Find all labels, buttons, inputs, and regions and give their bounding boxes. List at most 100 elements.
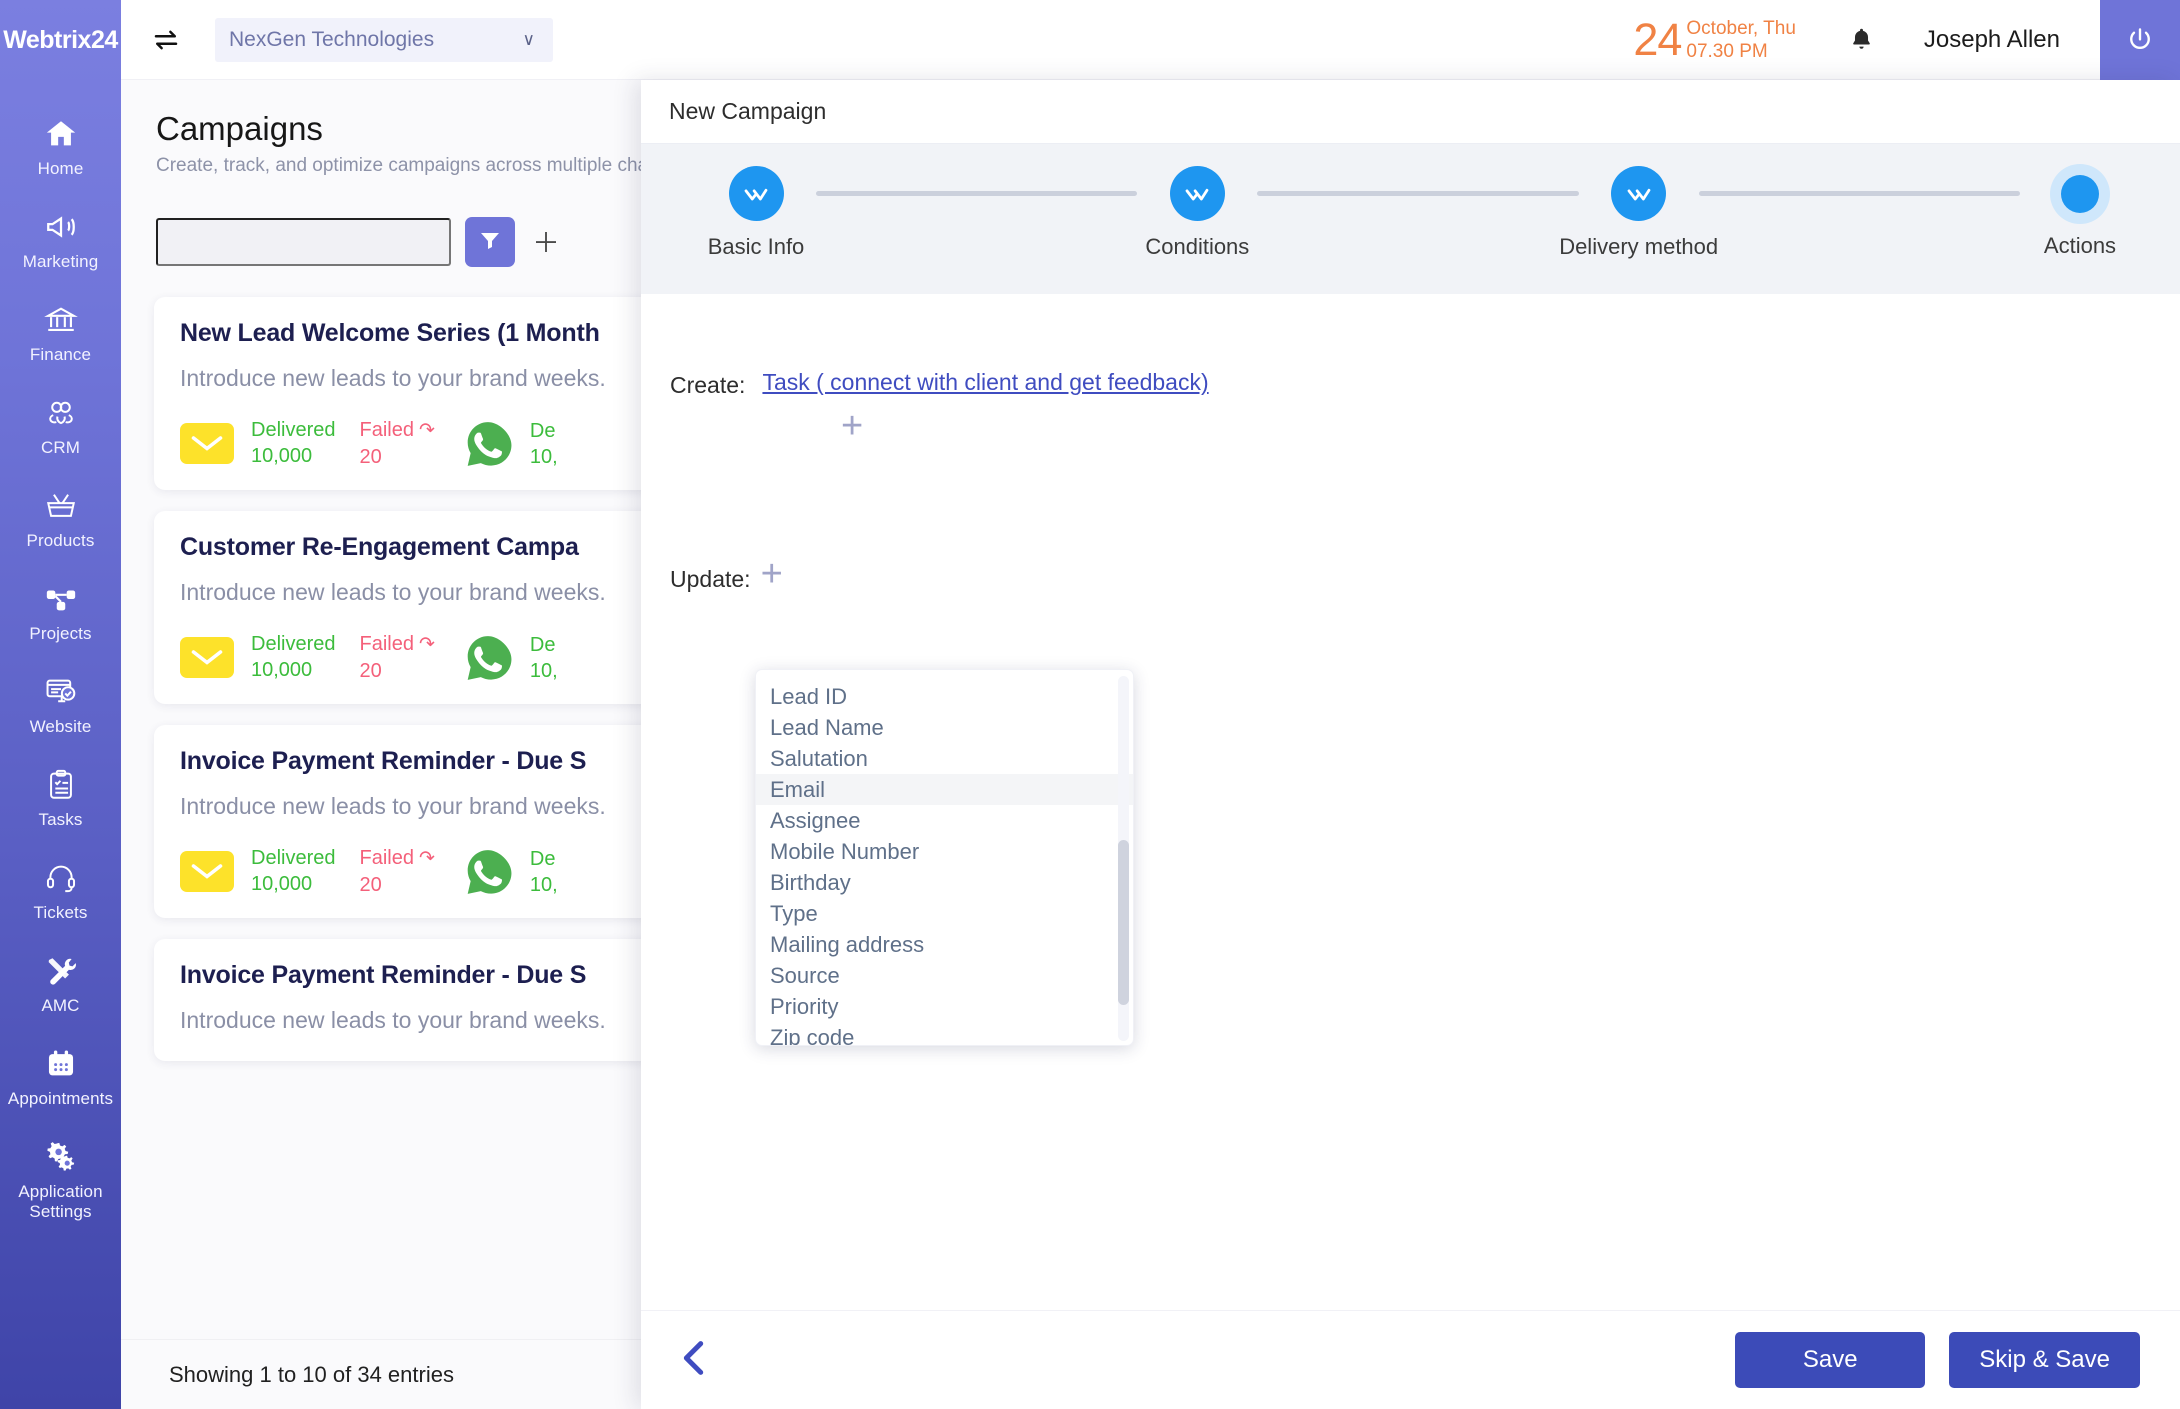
update-row: Update: +: [641, 555, 2180, 593]
sidebar-nav-list: Home Marketing Finance CRM Products Proj…: [0, 80, 121, 1238]
dropdown-option[interactable]: Zip code: [756, 1022, 1133, 1045]
whatsapp-delivered-stat: De 10,: [530, 632, 558, 684]
step-label: Conditions: [1145, 234, 1250, 259]
update-field-dropdown[interactable]: Lead ID Lead Name Salutation Email Assig…: [755, 669, 1134, 1046]
save-button[interactable]: Save: [1735, 1332, 1926, 1388]
sidebar-item-crm[interactable]: CRM: [0, 381, 121, 474]
dropdown-option[interactable]: Lead Name: [756, 712, 1133, 743]
delivered-value: 10,: [529, 873, 558, 896]
app-logo[interactable]: Webtrix24: [0, 0, 121, 80]
failed-label: Failed: [359, 847, 414, 869]
sidebar-item-label: Appointments: [7, 1089, 114, 1108]
modal-footer: Save Skip & Save: [641, 1310, 2180, 1409]
power-icon[interactable]: [2100, 0, 2180, 80]
add-campaign-button[interactable]: [529, 225, 563, 259]
email-icon: [180, 637, 234, 678]
dropdown-option[interactable]: Assignee: [756, 805, 1133, 836]
back-button[interactable]: [671, 1333, 717, 1387]
plus-icon: +: [841, 405, 864, 447]
dropdown-option[interactable]: Type: [756, 898, 1133, 929]
organization-select[interactable]: NexGen Technologies ∨: [215, 17, 553, 62]
logo-text: Webtrix24: [3, 25, 118, 54]
add-create-action-button[interactable]: +: [841, 407, 2180, 445]
sidebar-item-products[interactable]: Products: [0, 474, 121, 567]
whatsapp-channel-stats: De 10,: [463, 632, 558, 684]
step-connector: [1698, 191, 2020, 196]
home-icon: [42, 116, 80, 152]
dropdown-option-list: Lead ID Lead Name Salutation Email Assig…: [756, 670, 1133, 1045]
sidebar-item-label: Products: [26, 531, 95, 550]
sidebar-item-label: Tasks: [38, 810, 83, 829]
calendar-icon: [42, 1046, 80, 1082]
failed-stat: Failed ↷ 20: [359, 845, 434, 898]
whatsapp-icon: [463, 419, 513, 469]
double-check-icon: [728, 166, 784, 221]
step-label: Basic Info: [707, 234, 805, 259]
email-channel-stats: Delivered 10,000 Failed ↷ 20: [180, 845, 435, 898]
bank-icon: [42, 302, 80, 338]
sidebar-item-projects[interactable]: Projects: [0, 567, 121, 660]
dropdown-option[interactable]: Salutation: [756, 743, 1133, 774]
failed-label-wrap: Failed ↷: [359, 845, 434, 872]
failed-value: 20: [359, 446, 382, 468]
dropdown-option[interactable]: Lead ID: [756, 681, 1133, 712]
sidebar-item-tickets[interactable]: Tickets: [0, 846, 121, 939]
date-day-number: 24: [1633, 14, 1682, 65]
sidebar-item-appointments[interactable]: Appointments: [0, 1032, 121, 1125]
delivered-label: Delivered: [251, 419, 336, 441]
step-delivery-method[interactable]: Delivery method: [1559, 166, 1718, 260]
retry-icon[interactable]: ↷: [419, 420, 435, 441]
dropdown-option[interactable]: Birthday: [756, 867, 1133, 898]
delivered-value: 10,: [529, 659, 558, 682]
sidebar-item-label: CRM: [40, 438, 80, 457]
modal-title: New Campaign: [669, 98, 827, 124]
bell-icon[interactable]: [1842, 20, 1882, 60]
add-update-field-button[interactable]: +: [761, 555, 783, 593]
clipboard-icon: [42, 767, 80, 803]
sidebar-item-label: Application Settings: [18, 1182, 103, 1221]
delivered-label: De: [529, 419, 556, 442]
dropdown-option[interactable]: Mailing address: [756, 929, 1133, 960]
sidebar-item-website[interactable]: Website: [0, 660, 121, 753]
step-conditions[interactable]: Conditions: [1137, 166, 1257, 260]
dropdown-option[interactable]: Mobile Number: [756, 836, 1133, 867]
step-label: Actions: [2043, 233, 2117, 258]
step-actions[interactable]: Actions: [2020, 166, 2140, 259]
filter-button[interactable]: [465, 217, 515, 267]
user-name[interactable]: Joseph Allen: [1924, 26, 2060, 54]
failed-stat: Failed ↷ 20: [359, 417, 434, 470]
switch-arrows-icon[interactable]: [149, 23, 183, 57]
modal-header: New Campaign: [641, 80, 2180, 144]
delivered-label: De: [529, 847, 556, 870]
delivered-stat: Delivered 10,000: [251, 631, 335, 684]
create-task-link[interactable]: Task ( connect with client and get feedb…: [762, 369, 1208, 396]
dropdown-option-selected[interactable]: Email: [756, 774, 1133, 805]
sidebar-item-amc[interactable]: AMC: [0, 939, 121, 1032]
sidebar-item-tasks[interactable]: Tasks: [0, 753, 121, 846]
sidebar-item-label: Projects: [29, 624, 92, 643]
funnel-icon: [478, 228, 502, 257]
sidebar-item-application-settings[interactable]: Application Settings: [0, 1125, 121, 1238]
retry-icon[interactable]: ↷: [419, 848, 435, 869]
nodes-icon: [42, 581, 80, 617]
sidebar-item-finance[interactable]: Finance: [0, 288, 121, 381]
search-input[interactable]: [156, 218, 451, 266]
sidebar-item-home[interactable]: Home: [0, 102, 121, 195]
campaign-stepper: Basic Info Conditions Delivery method Ac…: [641, 144, 2180, 294]
active-step-dot: [2060, 175, 2099, 213]
dropdown-scrollbar-thumb[interactable]: [1118, 840, 1129, 1005]
email-channel-stats: Delivered 10,000 Failed ↷ 20: [180, 631, 435, 684]
chevron-down-icon: ∨: [522, 29, 535, 49]
dropdown-option[interactable]: Source: [756, 960, 1133, 991]
megaphone-icon: [42, 209, 80, 245]
skip-and-save-button[interactable]: Skip & Save: [1949, 1332, 2140, 1388]
dropdown-option[interactable]: Priority: [756, 991, 1133, 1022]
date-month-weekday: October, Thu: [1686, 17, 1796, 39]
step-basic-info[interactable]: Basic Info: [696, 166, 816, 260]
gears-icon: [42, 1139, 80, 1175]
sidebar-item-label: Website: [29, 717, 92, 736]
double-check-icon: [1169, 166, 1225, 221]
update-label: Update:: [670, 566, 751, 592]
retry-icon[interactable]: ↷: [419, 634, 435, 655]
sidebar-item-marketing[interactable]: Marketing: [0, 195, 121, 288]
